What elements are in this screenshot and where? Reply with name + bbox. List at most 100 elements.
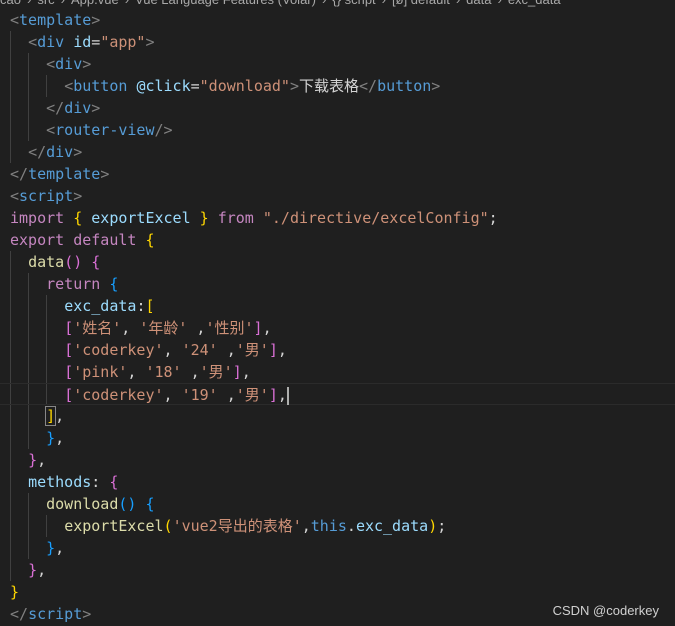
code-line[interactable]: ['coderkey', '19' ,'男'], xyxy=(0,383,675,405)
indent-guide xyxy=(10,384,11,404)
code-token: } xyxy=(28,561,38,579)
code-token: > xyxy=(145,33,155,51)
indent-guide xyxy=(10,361,11,383)
code-line[interactable]: <router-view/> xyxy=(0,119,675,141)
code-token: , xyxy=(127,363,146,381)
breadcrumb-item[interactable]: Vue Language Features (Volar) xyxy=(135,0,316,7)
code-token: { xyxy=(91,253,101,271)
code-token: download xyxy=(46,495,119,513)
code-line[interactable]: export default { xyxy=(0,229,675,251)
code-token: < xyxy=(46,55,56,73)
code-line[interactable]: ['pink', '18' ,'男'], xyxy=(0,361,675,383)
code-token: exportExcel xyxy=(64,517,164,535)
breadcrumb-item[interactable]: App.vue xyxy=(71,0,119,7)
code-token: import xyxy=(10,209,65,227)
code-token: , xyxy=(277,341,287,359)
indent-guide xyxy=(28,317,29,339)
code-token: '男' xyxy=(235,341,269,359)
code-line[interactable]: </template> xyxy=(0,163,675,185)
code-line[interactable]: <script> xyxy=(0,185,675,207)
indent-guide xyxy=(46,339,47,361)
code-line[interactable]: }, xyxy=(0,537,675,559)
indent-guide xyxy=(10,427,11,449)
code-token: , xyxy=(55,429,65,447)
code-editor[interactable]: <template> <div id="app"> <div> <button … xyxy=(0,9,675,625)
code-token: div xyxy=(55,55,83,73)
code-line[interactable]: }, xyxy=(0,449,675,471)
code-line[interactable]: exc_data:[ xyxy=(0,295,675,317)
breadcrumb-item[interactable]: [ø] default xyxy=(392,0,450,7)
breadcrumb-item[interactable]: cao xyxy=(0,0,21,7)
code-token: , xyxy=(55,539,65,557)
code-token: > xyxy=(82,55,92,73)
code-line[interactable]: <div id="app"> xyxy=(0,31,675,53)
code-line[interactable]: } xyxy=(0,581,675,603)
code-token: "download" xyxy=(199,77,290,95)
code-token: ] xyxy=(268,386,278,404)
breadcrumb-item[interactable]: exc_data xyxy=(508,0,561,7)
breadcrumb-item[interactable]: {} script xyxy=(332,0,375,7)
code-token: } xyxy=(46,429,56,447)
code-token: </ xyxy=(28,143,47,161)
indent-guide xyxy=(28,405,29,427)
code-token: , xyxy=(37,451,47,469)
breadcrumb-item[interactable]: src xyxy=(37,0,54,7)
code-token: > xyxy=(91,99,101,117)
indent-guide xyxy=(46,317,47,339)
code-token: '18' xyxy=(145,363,182,381)
code-token: div xyxy=(37,33,65,51)
code-line[interactable]: <div> xyxy=(0,53,675,75)
code-token: > xyxy=(431,77,441,95)
code-line[interactable]: return { xyxy=(0,273,675,295)
code-line[interactable]: import { exportExcel } from "./directive… xyxy=(0,207,675,229)
indent-guide xyxy=(10,471,11,493)
code-token: , xyxy=(217,386,236,404)
code-token: return xyxy=(46,275,101,293)
code-token: '性别' xyxy=(205,319,254,337)
code-line[interactable]: download() { xyxy=(0,493,675,515)
code-token: { xyxy=(109,275,119,293)
code-line[interactable]: </div> xyxy=(0,141,675,163)
code-token: "app" xyxy=(100,33,146,51)
code-line[interactable]: methods: { xyxy=(0,471,675,493)
indent-guide xyxy=(28,119,29,141)
indent-guide xyxy=(28,75,29,97)
code-token: 下载表格 xyxy=(299,77,360,95)
code-token: from xyxy=(217,209,254,227)
indent-guide xyxy=(28,273,29,295)
code-line[interactable]: }, xyxy=(0,559,675,581)
text-cursor xyxy=(286,386,289,405)
code-token: '男' xyxy=(199,363,233,381)
indent-guide xyxy=(46,75,47,97)
code-line[interactable]: ['姓名', '年龄' ,'性别'], xyxy=(0,317,675,339)
breadcrumb-item[interactable]: data xyxy=(466,0,491,7)
code-token: , xyxy=(37,561,47,579)
code-token: > xyxy=(73,143,83,161)
code-token: > xyxy=(82,605,92,623)
indent-guide xyxy=(28,493,29,515)
code-line[interactable]: exportExcel('vue2导出的表格',this.exc_data); xyxy=(0,515,675,537)
code-line[interactable]: }, xyxy=(0,427,675,449)
code-line[interactable]: <template> xyxy=(0,9,675,31)
watermark: CSDN @coderkey xyxy=(552,603,659,618)
code-token: /> xyxy=(154,121,173,139)
code-token: export default xyxy=(10,231,137,249)
code-token: template xyxy=(19,11,92,29)
indent-guide xyxy=(28,515,29,537)
code-token: data xyxy=(28,253,65,271)
code-line[interactable]: data() { xyxy=(0,251,675,273)
chevron-right-icon: › xyxy=(61,0,65,7)
code-line[interactable]: ], xyxy=(0,405,675,427)
indent-guide xyxy=(46,295,47,317)
indent-guide xyxy=(10,449,11,471)
code-line[interactable]: ['coderkey', '24' ,'男'], xyxy=(0,339,675,361)
indent-guide xyxy=(28,97,29,119)
code-line[interactable]: <button @click="download">下载表格</button> xyxy=(0,75,675,97)
code-token: </ xyxy=(359,77,378,95)
code-line[interactable]: </div> xyxy=(0,97,675,119)
indent-guide xyxy=(10,295,11,317)
indent-guide xyxy=(10,317,11,339)
chevron-right-icon: › xyxy=(322,0,326,7)
indent-guide xyxy=(28,295,29,317)
